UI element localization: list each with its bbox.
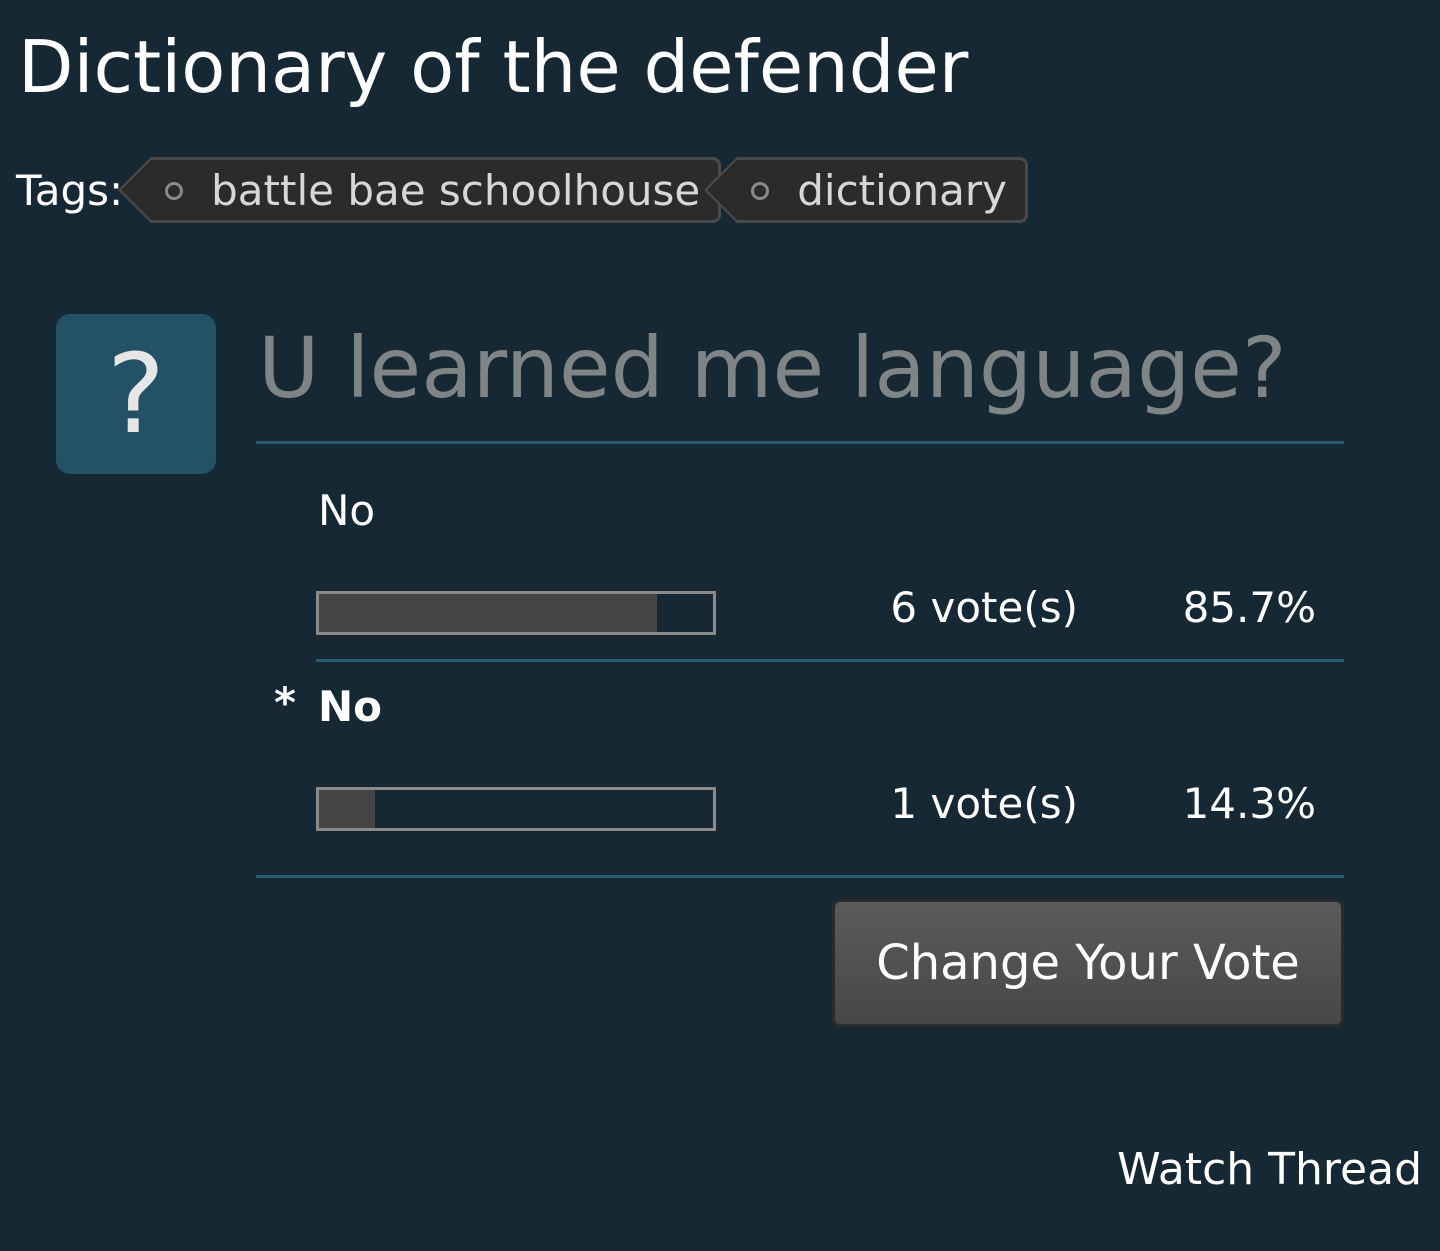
poll-response-votes: 6 vote(s): [890, 583, 1078, 632]
tag-dictionary[interactable]: dictionary: [704, 157, 1028, 223]
poll-response-bar-fill: [319, 790, 376, 828]
change-vote-button[interactable]: Change Your Vote: [832, 899, 1344, 1027]
poll-response-percent: 85.7%: [1182, 583, 1316, 632]
poll-response-percent: 14.3%: [1182, 779, 1316, 828]
poll-response-divider: [316, 659, 1344, 662]
tag-battle-bae-schoolhouse[interactable]: battle bae schoolhouse: [118, 157, 722, 223]
tags-row: Tags: battle bae schoolhouse dictionary: [16, 154, 1028, 226]
poll-question-divider: [256, 441, 1344, 444]
voted-marker: *: [274, 678, 296, 727]
poll-response-votes: 1 vote(s): [890, 779, 1078, 828]
tag-hole-icon: [165, 182, 184, 200]
poll-response-bar-fill: [319, 594, 657, 632]
poll-footer-divider: [256, 875, 1344, 878]
poll-response-bar: [316, 787, 716, 831]
thread-title: Dictionary of the defender: [18, 25, 969, 109]
tag-hole-icon: [751, 182, 770, 200]
question-mark-icon: ?: [56, 314, 216, 474]
tags-label: Tags:: [16, 165, 124, 215]
watch-thread-link[interactable]: Watch Thread: [1117, 1144, 1422, 1195]
tag-label: battle bae schoolhouse: [211, 165, 701, 215]
poll-response-bar: [316, 591, 716, 635]
poll-response-text: No: [318, 486, 376, 535]
poll-question: U learned me language?: [258, 319, 1287, 417]
poll-response-text-voted: No: [318, 682, 383, 731]
tag-label: dictionary: [797, 165, 1007, 215]
